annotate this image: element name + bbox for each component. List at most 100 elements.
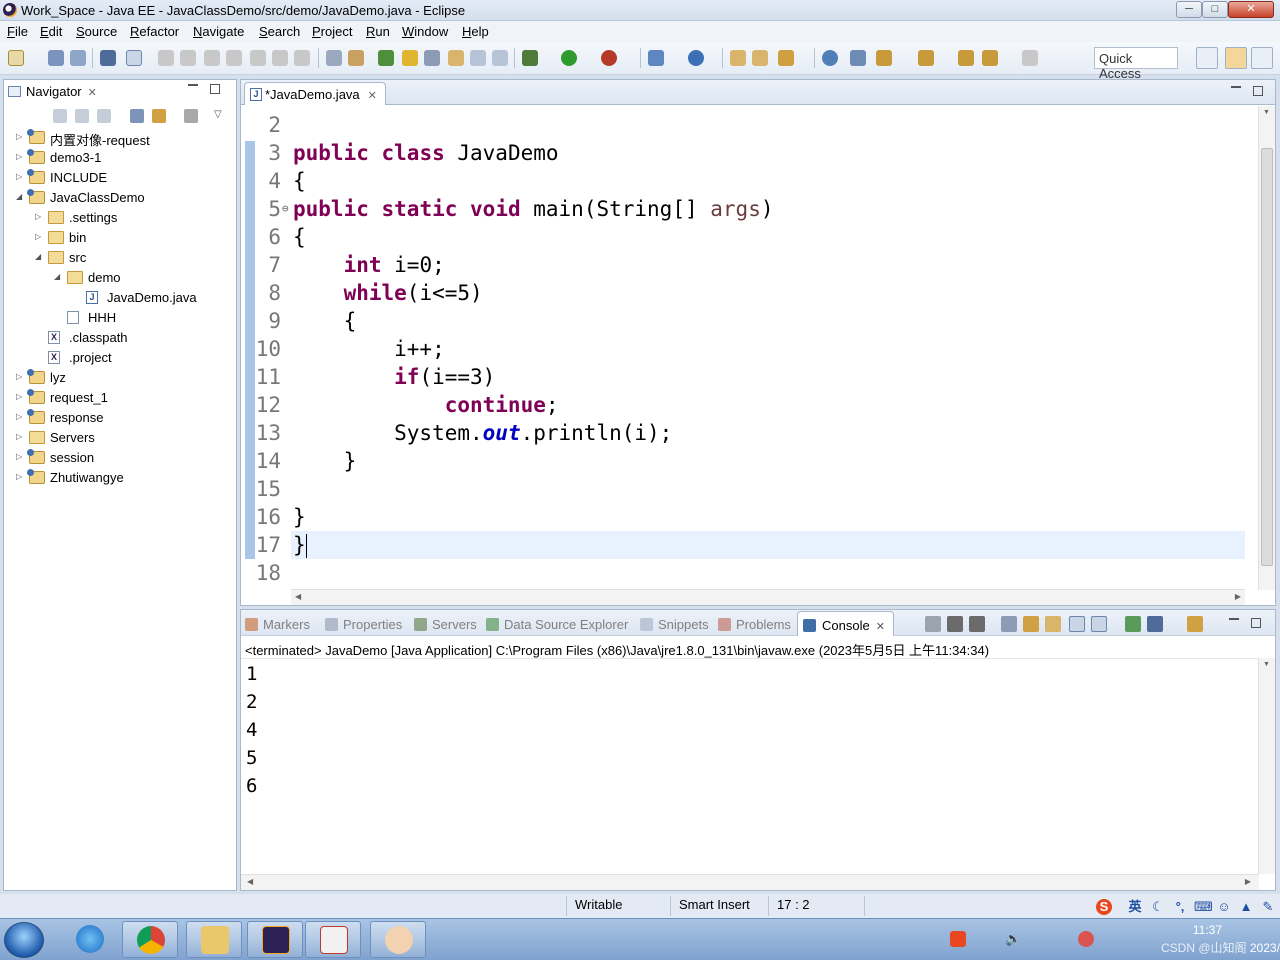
- globe-icon[interactable]: [822, 50, 838, 66]
- new-server-icon[interactable]: [378, 50, 394, 66]
- open-perspective-icon[interactable]: [1196, 47, 1218, 69]
- expand-chevron-icon[interactable]: ▷: [16, 372, 26, 381]
- back-icon[interactable]: [982, 50, 998, 66]
- clear-console-icon[interactable]: [1001, 616, 1017, 632]
- expand-chevron-icon[interactable]: ▷: [35, 212, 45, 221]
- show-on-stderr-icon[interactable]: [1091, 616, 1107, 632]
- expand-chevron-icon[interactable]: ▷: [16, 412, 26, 421]
- tree-item[interactable]: ▷ INCLUDE: [4, 168, 236, 188]
- taskbar-eclipse[interactable]: [247, 921, 303, 958]
- disconnect-icon[interactable]: [226, 50, 242, 66]
- external-tools-icon[interactable]: [601, 50, 617, 66]
- tools-icon[interactable]: [424, 50, 440, 66]
- code-line[interactable]: 8 while(i<=5): [241, 279, 1245, 307]
- menu-window[interactable]: Window: [402, 24, 448, 39]
- code-line[interactable]: 18: [241, 559, 1245, 587]
- console-horizontal-scrollbar[interactable]: ◀ ▶: [241, 874, 1259, 890]
- tab-properties[interactable]: Properties: [325, 617, 402, 632]
- open-folder-icon[interactable]: [730, 50, 746, 66]
- taskbar-avatar-app[interactable]: [370, 921, 426, 958]
- close-icon[interactable]: ✕: [88, 87, 97, 99]
- tree-item[interactable]: ▷ request_1: [4, 388, 236, 408]
- expand-chevron-icon[interactable]: ▷: [16, 452, 26, 461]
- moon-icon[interactable]: ☾: [1150, 899, 1166, 915]
- search-flashlight-icon[interactable]: [778, 50, 794, 66]
- close-window-button[interactable]: ✕: [1228, 1, 1274, 18]
- volume-icon[interactable]: 🔈: [1005, 931, 1021, 947]
- remove-launch-icon[interactable]: [947, 616, 963, 632]
- taskbar-clock[interactable]: 11:37: [1186, 923, 1222, 937]
- up-folder-icon[interactable]: [97, 109, 111, 123]
- new-java-project-icon[interactable]: [648, 50, 664, 66]
- punctuation-icon[interactable]: °,: [1172, 899, 1188, 915]
- debug-icon[interactable]: [522, 50, 538, 66]
- tree-item[interactable]: ▷ Servers: [4, 428, 236, 448]
- suspend-icon[interactable]: [180, 50, 196, 66]
- minimize-panel-icon[interactable]: [188, 84, 198, 94]
- terminate-icon[interactable]: [204, 50, 220, 66]
- tree-item[interactable]: ▷ bin: [4, 228, 236, 248]
- menu-file[interactable]: File: [7, 24, 28, 39]
- tree-item[interactable]: ▷ 内置对像-request: [4, 128, 236, 148]
- code-editor[interactable]: 2 3 public class JavaDemo 4{5 ⊖ public static…: [241, 106, 1245, 590]
- shirt-icon[interactable]: ▲: [1238, 899, 1254, 915]
- code-line[interactable]: 10 i++;: [241, 335, 1245, 363]
- code-line[interactable]: 5 ⊖ public static void main(String[] args): [241, 195, 1245, 223]
- editor-tab-javademo[interactable]: J *JavaDemo.java ✕: [244, 82, 386, 105]
- pin-console-icon[interactable]: [1125, 616, 1141, 632]
- navigator-tab[interactable]: Navigator ✕: [4, 80, 103, 104]
- editor-horizontal-scrollbar[interactable]: ◀ ▶: [291, 589, 1245, 605]
- tray-app-icon[interactable]: [1078, 931, 1094, 947]
- maximize-button[interactable]: □: [1202, 1, 1228, 18]
- tab-servers[interactable]: Servers: [414, 617, 477, 632]
- taskbar-explorer[interactable]: [186, 921, 242, 958]
- tab-markers[interactable]: Markers: [245, 617, 310, 632]
- code-line[interactable]: 12 continue;: [241, 391, 1245, 419]
- step-into-icon[interactable]: [250, 50, 266, 66]
- prev-annotation-icon[interactable]: [918, 50, 934, 66]
- tree-item[interactable]: X .project: [4, 348, 236, 368]
- code-line[interactable]: 15: [241, 475, 1245, 503]
- sogou-logo-icon[interactable]: S: [1096, 899, 1112, 915]
- menu-search[interactable]: Search: [259, 24, 300, 39]
- code-line[interactable]: 13 System.out.println(i);: [241, 419, 1245, 447]
- save-icon[interactable]: [48, 50, 64, 66]
- wrench-icon[interactable]: ✎: [1260, 899, 1276, 915]
- terminate-console-icon[interactable]: [925, 616, 941, 632]
- tree-item[interactable]: ▷ demo3-1: [4, 148, 236, 168]
- show-whitespace-icon[interactable]: [492, 50, 508, 66]
- fold-toggle-icon[interactable]: ⊖: [282, 195, 289, 223]
- code-line[interactable]: 17}: [241, 531, 1245, 559]
- resume-icon[interactable]: [158, 50, 174, 66]
- tree-item[interactable]: ▷ session: [4, 448, 236, 468]
- new-class-icon[interactable]: [688, 50, 704, 66]
- tree-item[interactable]: J JavaDemo.java: [4, 288, 236, 308]
- taskbar-snipping[interactable]: [305, 921, 361, 958]
- expand-chevron-icon[interactable]: ▷: [16, 152, 26, 161]
- code-line[interactable]: 16}: [241, 503, 1245, 531]
- ime-language-toggle[interactable]: 英: [1127, 899, 1143, 915]
- maximize-panel-icon[interactable]: [210, 84, 220, 94]
- editor-vertical-scrollbar[interactable]: [1258, 106, 1275, 590]
- collapse-chevron-icon[interactable]: ◢: [35, 252, 45, 261]
- minimize-editor-icon[interactable]: [1231, 86, 1241, 96]
- keyboard-icon[interactable]: ⌨: [1194, 899, 1213, 915]
- expand-chevron-icon[interactable]: ▷: [16, 432, 26, 441]
- taskbar-internet-explorer[interactable]: [62, 921, 118, 958]
- next-annotation-icon[interactable]: [876, 50, 892, 66]
- tree-item[interactable]: ◢ src: [4, 248, 236, 268]
- open-file-icon[interactable]: [752, 50, 768, 66]
- menu-help[interactable]: Help: [462, 24, 489, 39]
- forward-arrow-icon[interactable]: [75, 109, 89, 123]
- code-line[interactable]: 7 int i=0;: [241, 251, 1245, 279]
- java-perspective-icon[interactable]: [1251, 47, 1273, 69]
- start-button[interactable]: [4, 922, 44, 958]
- user-icon[interactable]: ☺: [1216, 899, 1232, 915]
- remove-all-terminated-icon[interactable]: [969, 616, 985, 632]
- close-icon[interactable]: ✕: [876, 621, 885, 633]
- menu-project[interactable]: Project: [312, 24, 352, 39]
- minimize-button[interactable]: ─: [1176, 1, 1202, 18]
- close-icon[interactable]: ✕: [368, 90, 377, 102]
- annotation-icon[interactable]: [850, 50, 866, 66]
- filter-icon[interactable]: [184, 109, 198, 123]
